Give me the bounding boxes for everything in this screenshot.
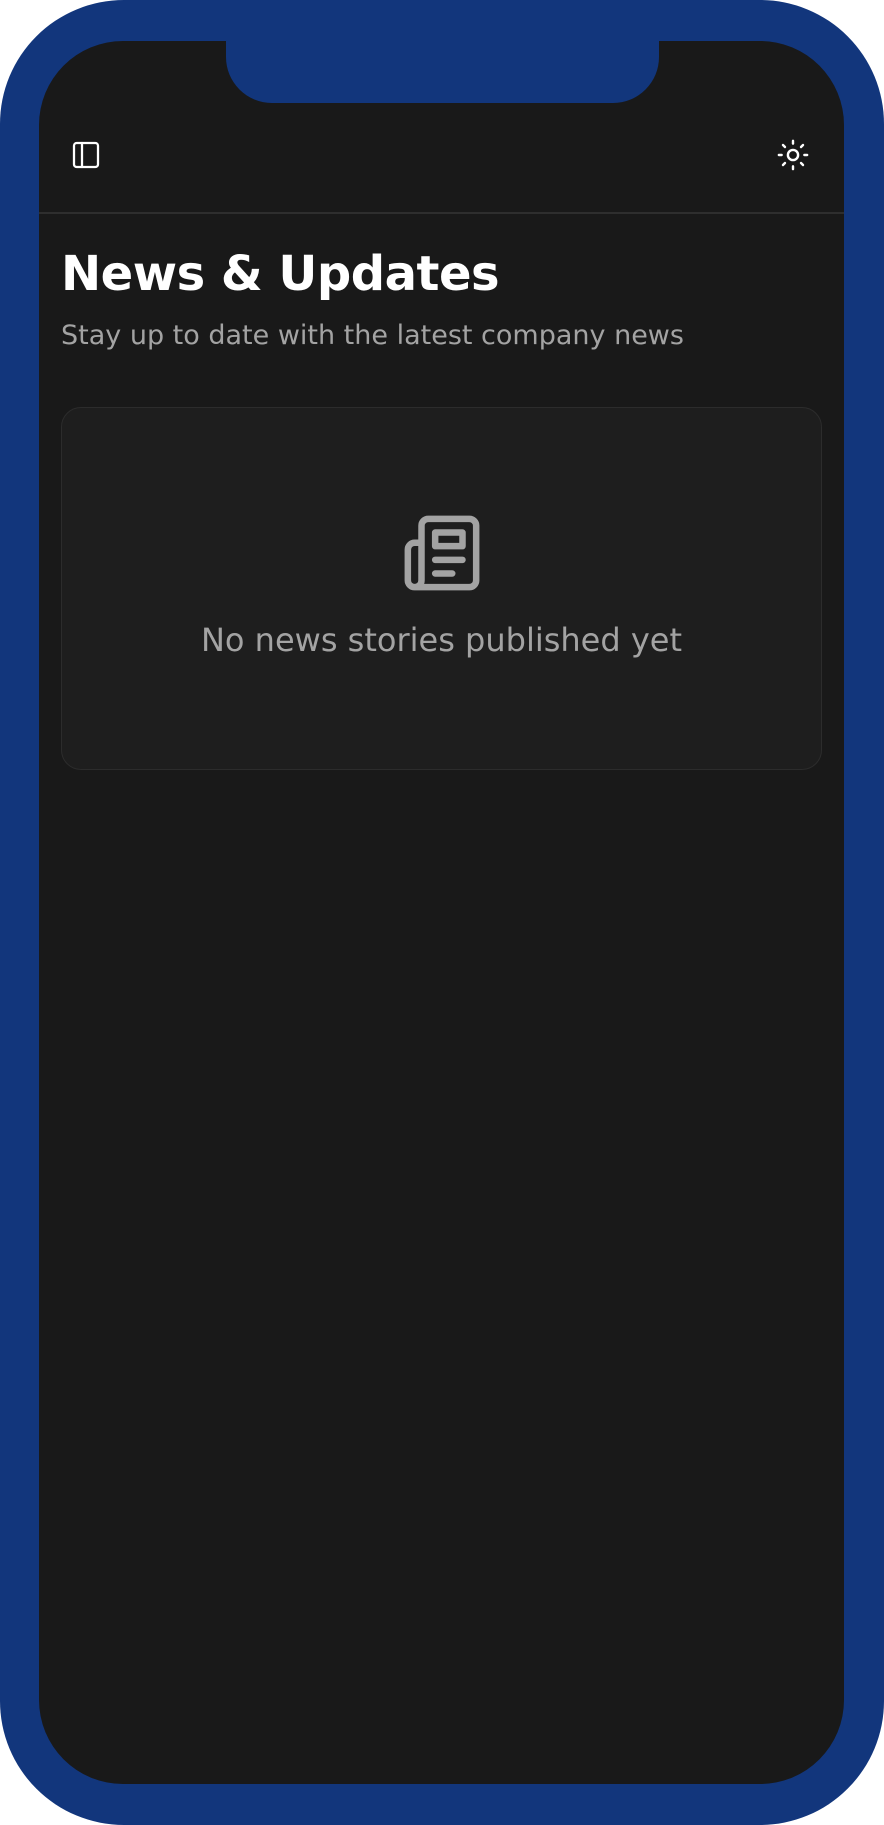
sidebar-toggle-button[interactable] (64, 135, 108, 179)
page-subtitle: Stay up to date with the latest company … (61, 320, 684, 351)
device-frame: News & Updates Stay up to date with the … (0, 0, 884, 1825)
theme-toggle-button[interactable] (771, 135, 815, 179)
page-title: News & Updates (61, 246, 500, 302)
empty-state-card: No news stories published yet (61, 407, 822, 770)
device-notch (226, 41, 659, 103)
app-screen: News & Updates Stay up to date with the … (39, 41, 844, 1784)
empty-state-message: No news stories published yet (200, 621, 683, 659)
sidebar-toggle-icon (70, 139, 102, 175)
sun-icon (776, 138, 810, 176)
newspaper-icon (401, 512, 483, 594)
